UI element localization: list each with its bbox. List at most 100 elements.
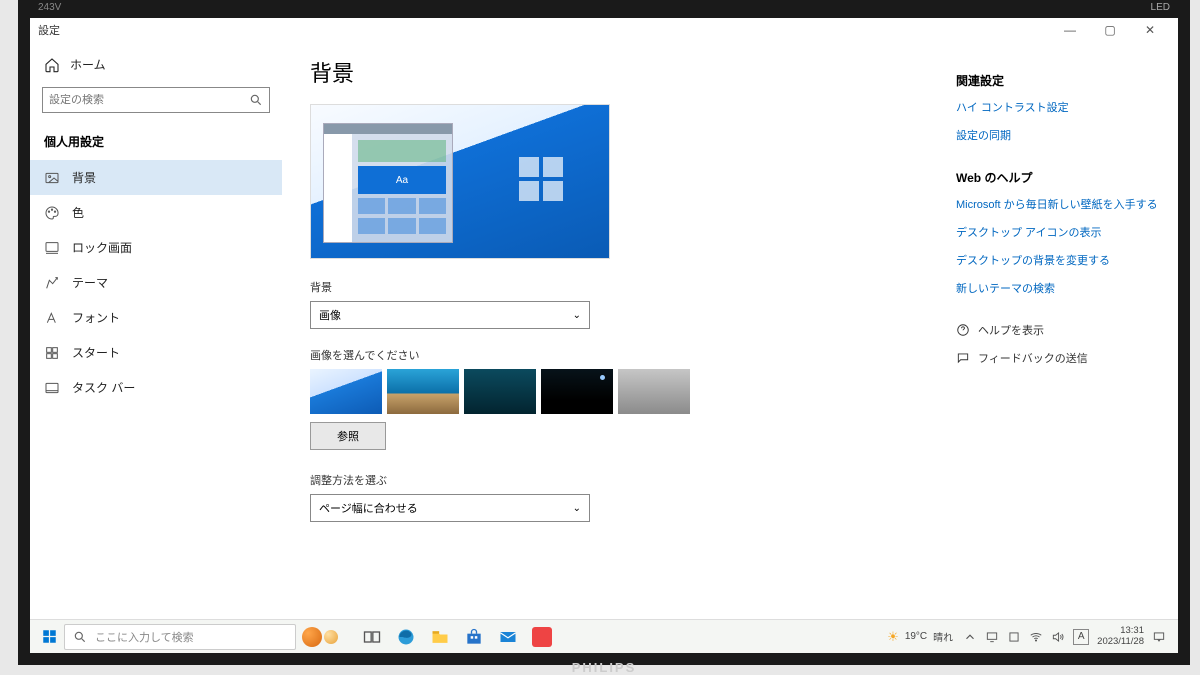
minimize-button[interactable]: — xyxy=(1050,23,1090,37)
monitor-led: LED xyxy=(1151,2,1170,13)
restore-button[interactable]: ▢ xyxy=(1090,23,1130,37)
related-settings-title: 関連設定 xyxy=(956,72,1162,89)
sidebar-item-themes[interactable]: テーマ xyxy=(30,265,282,300)
link-daily-wallpaper[interactable]: Microsoft から毎日新しい壁紙を入手する xyxy=(956,196,1162,212)
web-help-title: Web のヘルプ xyxy=(956,169,1162,186)
sidebar-item-lockscreen[interactable]: ロック画面 xyxy=(30,230,282,265)
store-icon[interactable] xyxy=(460,623,488,651)
start-button[interactable] xyxy=(34,629,64,644)
home-label: ホーム xyxy=(70,56,106,73)
weather-widget[interactable]: ☀ 19°C 晴れ xyxy=(887,629,953,645)
weather-temp: 19°C xyxy=(905,631,927,642)
tray-icon[interactable] xyxy=(1007,630,1021,644)
search-input[interactable] xyxy=(49,94,249,106)
mail-icon[interactable] xyxy=(494,623,522,651)
taskbar-pinned xyxy=(358,623,556,651)
sidebar-section-title: 個人用設定 xyxy=(30,127,282,160)
select-value: 画像 xyxy=(319,307,341,323)
sidebar-item-colors[interactable]: 色 xyxy=(30,195,282,230)
help-label: ヘルプを表示 xyxy=(978,322,1044,338)
sidebar: ホーム 個人用設定 背景 色 xyxy=(30,42,282,619)
page-title: 背景 xyxy=(310,56,948,88)
link-sync-settings[interactable]: 設定の同期 xyxy=(956,127,1162,143)
link-desktop-icons[interactable]: デスクトップ アイコンの表示 xyxy=(956,224,1162,240)
task-view-button[interactable] xyxy=(358,623,386,651)
chevron-up-icon[interactable] xyxy=(963,630,977,644)
clock-date: 2023/11/28 xyxy=(1097,637,1144,648)
link-high-contrast[interactable]: ハイ コントラスト設定 xyxy=(956,99,1162,115)
ime-indicator[interactable]: A xyxy=(1073,629,1089,645)
select-value: ページ幅に合わせる xyxy=(319,500,418,516)
explorer-icon[interactable] xyxy=(426,623,454,651)
main-content: 背景 Aa xyxy=(282,42,948,619)
sidebar-item-taskbar[interactable]: タスク バー xyxy=(30,370,282,405)
sidebar-item-label: テーマ xyxy=(72,274,108,291)
font-icon xyxy=(44,310,60,326)
background-label: 背景 xyxy=(310,279,948,295)
close-button[interactable]: ✕ xyxy=(1130,23,1170,37)
feedback-icon xyxy=(956,351,970,365)
taskbar-icon xyxy=(44,380,60,396)
get-help-link[interactable]: ヘルプを表示 xyxy=(956,322,1162,338)
start-icon xyxy=(44,345,60,361)
link-find-themes[interactable]: 新しいテーマの検索 xyxy=(956,280,1162,296)
edge-icon[interactable] xyxy=(392,623,420,651)
thumbnail-3[interactable] xyxy=(464,369,536,414)
give-feedback-link[interactable]: フィードバックの送信 xyxy=(956,350,1162,366)
image-icon xyxy=(44,170,60,186)
monitor-brand: PHILIPS xyxy=(572,660,637,675)
feedback-label: フィードバックの送信 xyxy=(978,350,1088,366)
palette-icon xyxy=(44,205,60,221)
desktop-preview: Aa xyxy=(310,104,610,259)
sidebar-item-label: 色 xyxy=(72,204,84,221)
lock-screen-icon xyxy=(44,240,60,256)
home-icon xyxy=(44,57,60,73)
sidebar-item-label: スタート xyxy=(72,344,120,361)
home-link[interactable]: ホーム xyxy=(30,48,282,81)
sidebar-item-label: 背景 xyxy=(72,169,96,186)
image-thumbnails xyxy=(310,369,948,414)
weather-cond: 晴れ xyxy=(933,629,953,644)
volume-icon[interactable] xyxy=(1051,630,1065,644)
windows-logo-icon xyxy=(519,157,563,201)
thumbnail-2[interactable] xyxy=(387,369,459,414)
browse-button[interactable]: 参照 xyxy=(310,422,386,450)
theme-icon xyxy=(44,275,60,291)
thumbnail-1[interactable] xyxy=(310,369,382,414)
help-icon xyxy=(956,323,970,337)
thumbnail-5[interactable] xyxy=(618,369,690,414)
sidebar-item-label: フォント xyxy=(72,309,120,326)
wifi-icon[interactable] xyxy=(1029,630,1043,644)
sidebar-item-fonts[interactable]: フォント xyxy=(30,300,282,335)
fit-label: 調整方法を選ぶ xyxy=(310,472,948,488)
taskbar-search-placeholder: ここに入力して検索 xyxy=(95,629,194,645)
monitor-model: 243V xyxy=(38,2,61,13)
settings-window: 設定 — ▢ ✕ ホーム 個人 xyxy=(30,18,1178,653)
background-type-select[interactable]: 画像 ⌄ xyxy=(310,301,590,329)
search-icon xyxy=(249,93,263,107)
sidebar-item-start[interactable]: スタート xyxy=(30,335,282,370)
sidebar-nav: 背景 色 ロック画面 テーマ xyxy=(30,160,282,405)
search-highlight[interactable] xyxy=(302,627,338,647)
system-tray: A 13:31 2023/11/28 xyxy=(963,626,1174,648)
thumbnail-4[interactable] xyxy=(541,369,613,414)
sun-icon: ☀ xyxy=(887,629,899,645)
clock[interactable]: 13:31 2023/11/28 xyxy=(1097,626,1144,648)
settings-search[interactable] xyxy=(42,87,270,113)
titlebar: 設定 — ▢ ✕ xyxy=(30,18,1178,42)
link-change-background[interactable]: デスクトップの背景を変更する xyxy=(956,252,1162,268)
search-icon xyxy=(73,630,87,644)
fit-select[interactable]: ページ幅に合わせる ⌄ xyxy=(310,494,590,522)
taskbar: ここに入力して検索 ☀ 19°C 晴れ xyxy=(30,619,1178,653)
sidebar-item-label: ロック画面 xyxy=(72,239,132,256)
sidebar-item-label: タスク バー xyxy=(72,379,135,396)
tray-icon[interactable] xyxy=(985,630,999,644)
sidebar-item-background[interactable]: 背景 xyxy=(30,160,282,195)
preview-window: Aa xyxy=(323,123,453,243)
app-icon[interactable] xyxy=(528,623,556,651)
window-title: 設定 xyxy=(38,22,60,38)
action-center-icon[interactable] xyxy=(1152,630,1166,644)
chevron-down-icon: ⌄ xyxy=(573,503,581,514)
clock-time: 13:31 xyxy=(1097,626,1144,637)
taskbar-search[interactable]: ここに入力して検索 xyxy=(64,624,296,650)
